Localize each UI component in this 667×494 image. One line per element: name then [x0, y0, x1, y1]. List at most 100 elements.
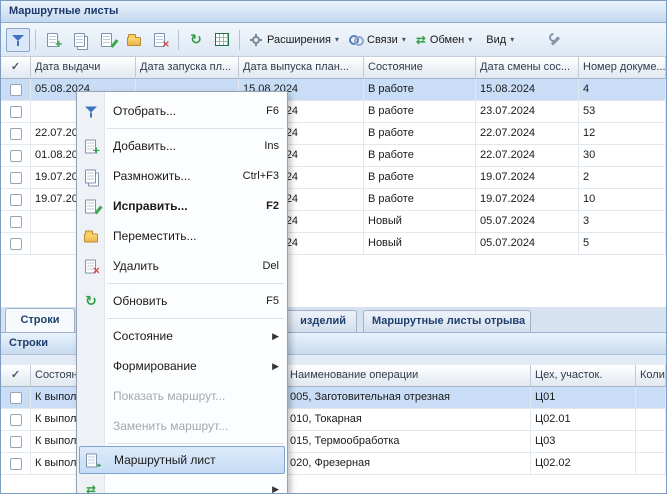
cell-doc-number: 30: [579, 145, 666, 167]
tab-route-sheets-tearoff[interactable]: Маршрутные листы отрыва: [363, 310, 531, 332]
exchange-dropdown[interactable]: ⇄ Обмен ▾: [412, 28, 476, 52]
column-header-issue-date[interactable]: Дата выдачи: [31, 57, 136, 79]
delete-button[interactable]: ×: [148, 28, 173, 52]
cell-changed-date: 19.07.2024: [476, 167, 579, 189]
menu-item-label: Заменить маршрут...: [113, 419, 228, 433]
column-header-changed-date[interactable]: Дата смены сос...: [476, 57, 579, 79]
row-checkbox[interactable]: [10, 458, 22, 470]
export-excel-button[interactable]: [210, 28, 234, 52]
cell-dept: Ц03: [531, 431, 636, 453]
duplicate-button[interactable]: [68, 28, 93, 52]
menu-shortcut: F5: [266, 295, 279, 307]
menu-shortcut: F6: [266, 105, 279, 117]
cell-doc-number: 12: [579, 123, 666, 145]
document-edit-icon: [99, 32, 116, 48]
toolbar-separator: [239, 30, 240, 50]
menu-shortcut: F2: [266, 200, 279, 212]
column-header-operation[interactable]: Наименование операции: [286, 365, 531, 387]
menu-item-duplicate[interactable]: Размножить... Ctrl+F3: [77, 161, 287, 191]
filter-button[interactable]: [6, 28, 30, 52]
column-header-dept[interactable]: Цех, участок.: [531, 365, 636, 387]
cell-state: В работе: [364, 79, 476, 101]
extensions-dropdown[interactable]: Расширения ▾: [245, 28, 343, 52]
document-edit-icon: [82, 198, 100, 215]
cell-doc-number: 10: [579, 189, 666, 211]
row-check-cell: [1, 79, 31, 101]
lines-panel-title-text: Строки: [9, 337, 48, 349]
refresh-icon: ↻: [190, 33, 202, 47]
menu-item-formation[interactable]: Формирование ▶: [77, 351, 287, 381]
chevron-down-icon: ▾: [402, 35, 406, 44]
menu-item-select[interactable]: Отобрать... F6: [77, 96, 287, 126]
menu-item-label: Формирование: [113, 359, 197, 373]
menu-item-edit[interactable]: Исправить... F2: [77, 191, 287, 221]
wrench-icon: [548, 33, 562, 47]
column-header-qty[interactable]: Колич...: [636, 365, 666, 387]
menu-item-more[interactable]: ⇄ ▶: [77, 474, 287, 494]
row-check-cell: [1, 167, 31, 189]
cell-state: В работе: [364, 167, 476, 189]
view-dropdown[interactable]: Вид ▾: [478, 28, 518, 52]
cell-operation: 010, Токарная: [286, 409, 531, 431]
column-header-release-date[interactable]: Дата выпуска план...: [239, 57, 364, 79]
submenu-arrow-icon: ▶: [272, 484, 279, 494]
row-check-cell: [1, 233, 31, 255]
row-checkbox[interactable]: [10, 414, 22, 426]
column-header-doc-number[interactable]: Номер докуме...: [579, 57, 666, 79]
row-check-cell: [1, 101, 31, 123]
excel-icon: [215, 33, 229, 46]
cell-dept: Ц01: [531, 387, 636, 409]
column-header-check[interactable]: ✓: [1, 365, 31, 387]
menu-separator: [107, 283, 284, 284]
cell-changed-date: 22.07.2024: [476, 123, 579, 145]
document-add-icon: +: [82, 138, 100, 155]
menu-item-label: Добавить...: [113, 139, 176, 153]
row-checkbox[interactable]: [10, 392, 22, 404]
exchange-label: Обмен: [430, 34, 464, 46]
links-dropdown[interactable]: Связи ▾: [345, 28, 410, 52]
cell-doc-number: 4: [579, 79, 666, 101]
row-checkbox[interactable]: [10, 216, 22, 228]
cell-doc-number: 53: [579, 101, 666, 123]
menu-item-state[interactable]: Состояние ▶: [77, 321, 287, 351]
row-checkbox[interactable]: [10, 194, 22, 206]
add-button[interactable]: +: [41, 28, 66, 52]
row-check-cell: [1, 453, 31, 475]
filter-icon: [82, 103, 100, 120]
column-header-state[interactable]: Состояние: [364, 57, 476, 79]
cell-state: Новый: [364, 233, 476, 255]
menu-item-add[interactable]: + Добавить... Ins: [77, 131, 287, 161]
menu-separator: [107, 128, 284, 129]
menu-item-delete[interactable]: × Удалить Del: [77, 251, 287, 281]
cell-doc-number: 5: [579, 233, 666, 255]
tab-lines[interactable]: Строки: [5, 308, 75, 332]
column-header-check[interactable]: ✓: [1, 57, 31, 79]
edit-button[interactable]: [95, 28, 120, 52]
row-checkbox[interactable]: [10, 238, 22, 250]
menu-item-label: Состояние: [113, 329, 173, 343]
cell-state: В работе: [364, 145, 476, 167]
menu-item-route-sheet[interactable]: ▸ Маршрутный лист: [79, 446, 285, 474]
row-checkbox[interactable]: [10, 128, 22, 140]
main-table-header: ✓ Дата выдачи Дата запуска пл... Дата вы…: [1, 57, 666, 79]
chain-icon: [349, 35, 363, 45]
menu-item-label: Переместить...: [113, 229, 197, 243]
row-checkbox[interactable]: [10, 436, 22, 448]
cell-doc-number: 2: [579, 167, 666, 189]
menu-shortcut: Del: [262, 260, 279, 272]
refresh-button[interactable]: ↻: [184, 28, 208, 52]
row-check-cell: [1, 431, 31, 453]
gear-icon: [252, 36, 260, 44]
menu-item-refresh[interactable]: ↻ Обновить F5: [77, 286, 287, 316]
settings-button[interactable]: [543, 28, 567, 52]
links-label: Связи: [367, 34, 398, 46]
row-checkbox[interactable]: [10, 150, 22, 162]
row-checkbox[interactable]: [10, 172, 22, 184]
row-check-cell: [1, 145, 31, 167]
column-header-launch-date[interactable]: Дата запуска пл...: [136, 57, 239, 79]
refresh-icon: ↻: [82, 293, 100, 310]
move-button[interactable]: [122, 28, 146, 52]
row-checkbox[interactable]: [10, 84, 22, 96]
menu-item-move[interactable]: Переместить...: [77, 221, 287, 251]
row-checkbox[interactable]: [10, 106, 22, 118]
